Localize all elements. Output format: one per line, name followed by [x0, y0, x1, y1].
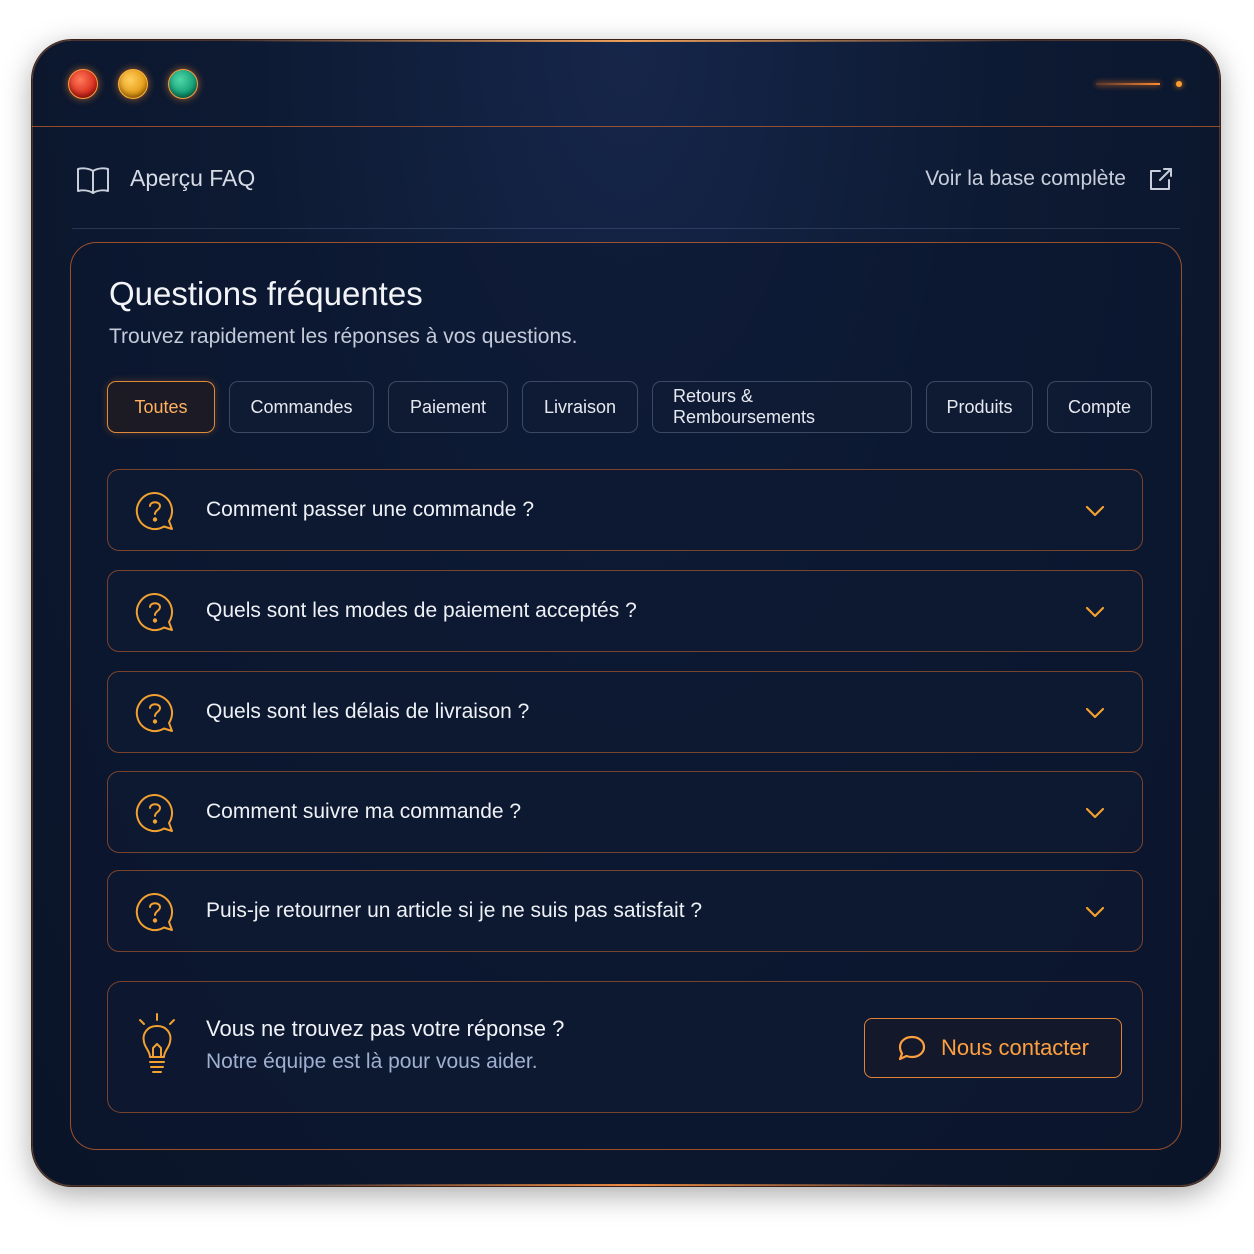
chevron-down-icon[interactable]	[1084, 804, 1106, 822]
faq-question-text: Quels sont les modes de paiement accepté…	[206, 599, 637, 622]
faq-question-item[interactable]: Puis-je retourner un article si je ne su…	[107, 870, 1143, 952]
faq-header: Aperçu FAQ Voir la base complète	[32, 126, 1220, 230]
lightbulb-icon	[139, 1013, 175, 1073]
close-window-button[interactable]	[68, 69, 98, 99]
question-bubble-icon	[135, 892, 174, 931]
help-title: Vous ne trouvez pas votre réponse ?	[206, 1016, 565, 1041]
book-icon	[77, 167, 109, 194]
chevron-down-icon[interactable]	[1084, 603, 1106, 621]
tab-produits[interactable]: Produits	[926, 381, 1033, 433]
chevron-down-icon[interactable]	[1084, 502, 1106, 520]
contact-us-label: Nous contacter	[941, 1035, 1089, 1060]
faq-question-item[interactable]: Quels sont les délais de livraison ?	[107, 671, 1143, 753]
view-full-base-link[interactable]: Voir la base complète	[925, 167, 1126, 191]
faq-subtitle: Trouvez rapidement les réponses à vos qu…	[109, 325, 578, 348]
help-box: Vous ne trouvez pas votre réponse ? Notr…	[107, 981, 1143, 1113]
chat-bubble-icon	[898, 1035, 926, 1061]
minimize-window-button[interactable]	[118, 69, 148, 99]
tab-retours-remboursements[interactable]: Retours & Remboursements	[652, 381, 912, 433]
faq-question-item[interactable]: Quels sont les modes de paiement accepté…	[107, 570, 1143, 652]
app-window: Aperçu FAQ Voir la base complète Questio…	[32, 40, 1220, 1186]
chevron-down-icon[interactable]	[1084, 704, 1106, 722]
faq-title: Questions fréquentes	[109, 275, 423, 312]
tab-paiement[interactable]: Paiement	[388, 381, 508, 433]
tab-commandes[interactable]: Commandes	[229, 381, 374, 433]
question-bubble-icon	[135, 592, 174, 631]
window-bottom-glow	[282, 1184, 970, 1186]
window-titlebar	[32, 40, 1220, 127]
faq-question-text: Puis-je retourner un article si je ne su…	[206, 899, 703, 922]
tab-livraison[interactable]: Livraison	[522, 381, 638, 433]
category-tabs: Toutes Commandes Paiement Livraison Reto…	[107, 381, 1152, 437]
question-bubble-icon	[135, 793, 174, 832]
header-title: Aperçu FAQ	[130, 165, 256, 191]
titlebar-accent-dot	[1176, 81, 1182, 87]
faq-question-text: Comment passer une commande ?	[206, 498, 534, 521]
tab-compte[interactable]: Compte	[1047, 381, 1152, 433]
faq-card: Questions fréquentes Trouvez rapidement …	[70, 242, 1182, 1150]
faq-question-item[interactable]: Comment suivre ma commande ?	[107, 771, 1143, 853]
maximize-window-button[interactable]	[168, 69, 198, 99]
faq-question-item[interactable]: Comment passer une commande ?	[107, 469, 1143, 551]
header-divider	[72, 228, 1180, 229]
external-link-icon[interactable]	[1148, 166, 1174, 192]
faq-question-text: Comment suivre ma commande ?	[206, 800, 522, 823]
contact-us-button[interactable]: Nous contacter	[864, 1018, 1122, 1078]
question-bubble-icon	[135, 491, 174, 530]
faq-question-text: Quels sont les délais de livraison ?	[206, 700, 530, 723]
help-subtitle: Notre équipe est là pour vous aider.	[206, 1050, 538, 1073]
chevron-down-icon[interactable]	[1084, 903, 1106, 921]
tab-toutes[interactable]: Toutes	[107, 381, 215, 433]
titlebar-accent-line	[1096, 83, 1160, 85]
question-bubble-icon	[135, 693, 174, 732]
